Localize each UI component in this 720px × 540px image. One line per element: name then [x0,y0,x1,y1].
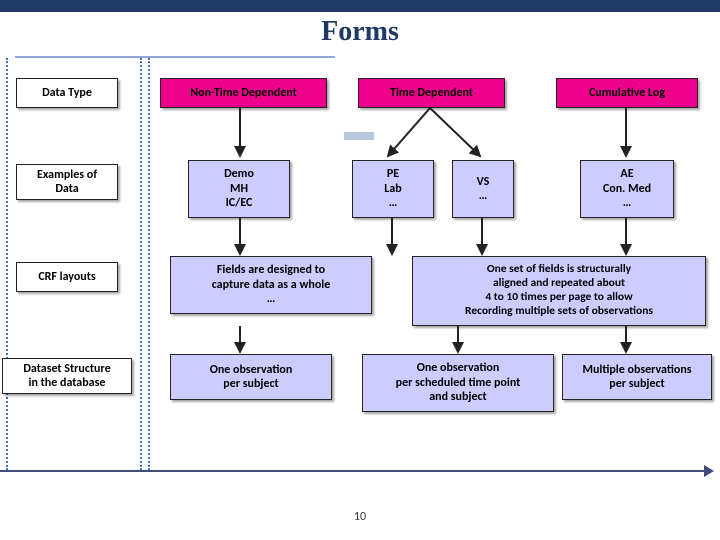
ex-ae: AE Con. Med … [580,160,674,218]
label-crf: CRF layouts [16,262,118,292]
pill-time: Time Dependent [358,78,505,108]
page-number: 10 [0,510,720,524]
arrows-row1 [158,106,718,160]
ex-pe: PE Lab … [352,160,434,218]
label-dataset: Dataset Structure in the database [2,358,132,394]
page-title: Forms [0,16,720,48]
ds-a: One observation per subject [170,354,332,400]
crf-right: One set of fields is structurally aligne… [412,256,706,326]
label-data-type: Data Type [16,78,118,108]
crf-left: Fields are designed to capture data as a… [170,256,372,314]
pill-non-time: Non-Time Dependent [160,78,327,108]
label-examples: Examples of Data [16,164,118,200]
timeline-axis [0,470,712,472]
ex-vs: VS … [452,160,514,218]
pill-cumlog: Cumulative Log [556,78,698,108]
arrows-row2 [158,218,718,258]
ds-b: One observation per scheduled time point… [362,354,554,412]
ds-c: Multiple observations per subject [562,354,712,400]
ex-demo: Demo MH IC/EC [188,160,290,218]
arrows-row3 [158,326,718,356]
